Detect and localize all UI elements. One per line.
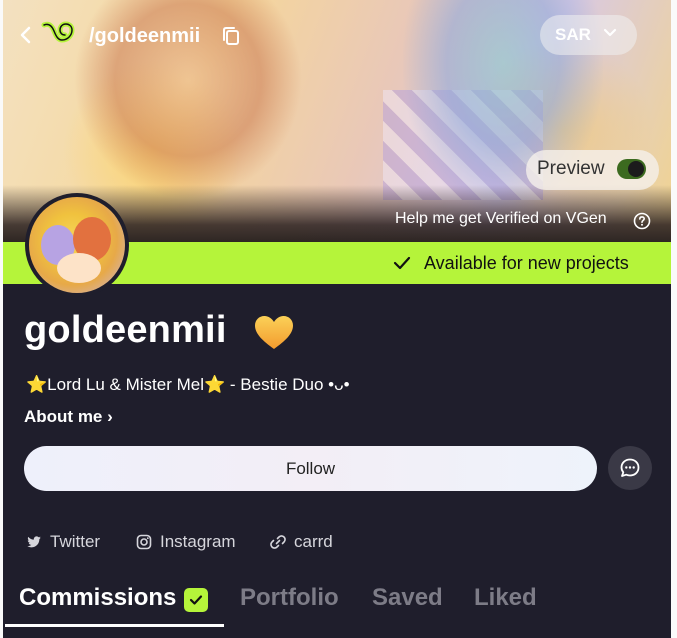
tab-saved[interactable]: Saved (372, 584, 443, 612)
profile-name: goldeenmii (24, 309, 227, 351)
currency-label: SAR (555, 25, 591, 44)
social-label: Twitter (50, 532, 101, 551)
tab-liked[interactable]: Liked (474, 584, 537, 612)
preview-switch[interactable] (617, 159, 646, 179)
preview-label: Preview (537, 158, 605, 179)
twitter-icon (27, 536, 41, 548)
tab-portfolio[interactable]: Portfolio (240, 584, 339, 612)
star-emoji: ⭐ (26, 375, 48, 394)
social-link-twitter[interactable]: Twitter (26, 530, 100, 554)
profile-bio: ⭐Lord Lu & Mister Mel⭐ - Bestie Duo •ᴗ• (26, 374, 350, 396)
currency-selector[interactable]: SAR (540, 15, 637, 55)
instagram-icon (136, 534, 152, 550)
profile-page: /goldeenmii SAR Preview Help me get Veri… (3, 0, 671, 638)
avatar-image (29, 197, 125, 293)
verify-link[interactable]: Help me get Verified on VGen (395, 210, 607, 228)
follow-button[interactable]: Follow (24, 446, 597, 491)
profile-handle: /goldeenmii (89, 25, 201, 47)
social-label: carrd (294, 532, 333, 551)
social-link-carrd[interactable]: carrd (270, 530, 333, 554)
check-icon (392, 253, 412, 273)
heart-icon (253, 314, 295, 352)
message-button[interactable] (608, 446, 652, 490)
link-icon (270, 535, 286, 549)
tab-commissions[interactable]: Commissions (19, 584, 176, 612)
help-circle-icon[interactable] (633, 212, 651, 230)
active-tab-indicator (5, 624, 224, 627)
avatar[interactable] (25, 193, 129, 297)
about-me-link[interactable]: About me › (24, 406, 113, 428)
bio-main-text: Lord Lu & Mister Mel (47, 375, 205, 394)
star-emoji: ⭐ (204, 375, 226, 394)
social-label: Instagram (160, 532, 236, 551)
back-arrow-icon[interactable] (13, 22, 39, 48)
preview-toggle[interactable]: Preview (526, 150, 659, 190)
verified-check-badge (184, 588, 208, 612)
copy-icon[interactable] (220, 25, 242, 47)
profile-tabs: Commissions Portfolio Saved Liked (3, 580, 671, 628)
chevron-down-icon (602, 24, 618, 40)
vgen-logo-icon[interactable] (41, 20, 85, 50)
switch-knob (628, 161, 644, 177)
availability-text: Available for new projects (424, 253, 629, 273)
bio-suffix-text: - Bestie Duo •ᴗ• (225, 375, 350, 394)
social-link-instagram[interactable]: Instagram (136, 530, 236, 554)
avatar-faces (57, 253, 101, 283)
chat-bubble-icon (620, 458, 640, 477)
